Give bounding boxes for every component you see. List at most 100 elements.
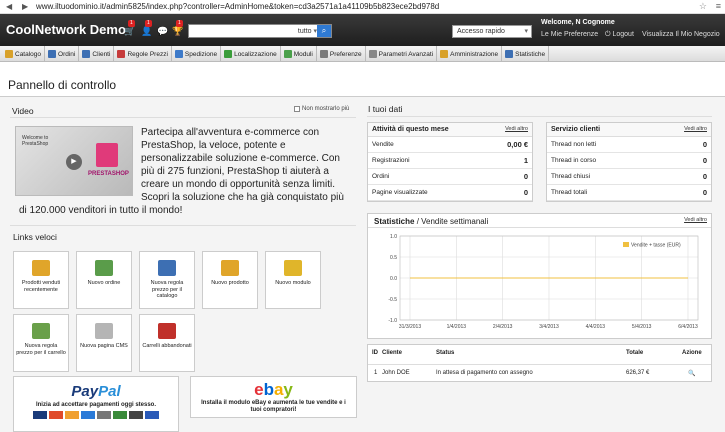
tab-icon: [505, 50, 514, 58]
quicklink-tile[interactable]: Prodotti venduti recentemente: [13, 251, 69, 309]
service-row: Thread totali 0: [547, 185, 711, 201]
view-order-icon[interactable]: 🔍: [688, 370, 695, 377]
customers-icon[interactable]: 👤 1: [141, 20, 153, 36]
tab-preferenze[interactable]: Preferenze: [317, 46, 366, 62]
tab-label: Amministrazione: [450, 50, 499, 58]
video-description-end: di 120.000 venditori in tutto il mondo!: [19, 205, 183, 216]
row-label: Thread totali: [551, 189, 588, 196]
quicklink-tile[interactable]: Nuovo prodotto: [202, 251, 258, 309]
tab-catalogo[interactable]: Catalogo: [2, 46, 46, 62]
row-label: Pagine visualizzate: [372, 189, 428, 196]
preferences-link[interactable]: Le Mie Preferenze: [541, 31, 598, 38]
tab-spedizione[interactable]: Spedizione: [172, 46, 222, 62]
tab-label: Spedizione: [184, 50, 218, 58]
x-tick-label: 6/4/2013: [678, 324, 698, 330]
activity-row: Ordini 0: [368, 169, 532, 185]
shop-brand[interactable]: CoolNetwork Demo: [6, 22, 126, 37]
service-row: Thread chiusi 0: [547, 169, 711, 185]
messages-icon[interactable]: 💬: [157, 26, 169, 36]
activity-box: Attività di questo mese Vedi altro Vendit…: [367, 122, 533, 202]
legend-swatch: [623, 242, 629, 247]
logout-link[interactable]: ⏻ Logout: [605, 31, 634, 39]
row-label: Registrazioni: [372, 157, 410, 164]
tab-label: Localizzazione: [234, 50, 277, 58]
tab-icon: [174, 50, 183, 58]
quicklink-label: Nuova regola prezzo per il catalogo: [150, 280, 184, 299]
cart-icon[interactable]: 🛒 1: [124, 20, 136, 36]
quicklink-label: Nuova pagina CMS: [80, 343, 128, 349]
bookmark-star-icon[interactable]: ☆: [699, 1, 707, 12]
tab-icon: [117, 50, 126, 58]
tab-ordini[interactable]: Ordini: [45, 46, 80, 62]
quicklink-tile[interactable]: Nuovo ordine: [76, 251, 132, 309]
tab-label: Preferenze: [329, 50, 362, 58]
quicklink-icon: [32, 260, 50, 276]
search-icon[interactable]: ⌕: [317, 25, 331, 37]
row-label: Vendite: [372, 141, 394, 148]
quicklink-tile[interactable]: Carrelli abbandonati: [139, 314, 195, 372]
payment-cards-icon: [14, 411, 178, 419]
stats-title: Statistiche: [374, 217, 415, 226]
service-row: Thread in corso 0: [547, 153, 711, 169]
quicklink-label: Nuovo modulo: [275, 280, 311, 286]
stats-more-link[interactable]: Vedi altro: [684, 217, 707, 223]
admin-header: CoolNetwork Demo 🛒1 👤1 💬 🏆1 tutto ⌕ Acce…: [0, 14, 725, 46]
tab-label: Regole Prezzi: [127, 50, 168, 58]
tab-localizzazione[interactable]: Localizzazione: [221, 46, 281, 62]
tab-amministrazione[interactable]: Amministrazione: [437, 46, 503, 62]
quick-access-select[interactable]: Accesso rapido: [452, 25, 532, 38]
quicklink-tile[interactable]: Nuovo modulo: [265, 251, 321, 309]
tab-label: Ordini: [58, 50, 76, 58]
chart-svg: 1.0 0.5 0.0 -0.5 -1.031/3/2013 1/4/2013 2/4/20…: [388, 234, 699, 330]
tab-clienti[interactable]: Clienti: [79, 46, 115, 62]
url-text[interactable]: www.iltuodominio.it/admin5825/index.php?…: [36, 2, 439, 11]
browser-menu-icon[interactable]: ≡: [716, 1, 721, 11]
row-value: 1: [523, 156, 528, 165]
tab-moduli[interactable]: Moduli: [281, 46, 317, 62]
browser-address-bar[interactable]: ◀ ▶ www.iltuodominio.it/admin5825/index.…: [0, 0, 725, 14]
tab-icon: [5, 50, 13, 58]
order-client: John DOE: [382, 370, 410, 376]
page-title: Pannello di controllo: [8, 78, 117, 92]
order-status: In attesa di pagamento con assegno: [436, 370, 533, 376]
quicklink-tile[interactable]: Nuova regola prezzo per il carrello: [13, 314, 69, 372]
paypal-banner[interactable]: PayPal Inizia ad accettare pagamenti ogg…: [13, 376, 179, 432]
row-value: 0: [702, 156, 707, 165]
activity-title: Attività di questo mese: [372, 126, 449, 133]
back-icon[interactable]: ◀: [6, 2, 16, 12]
prestashop-logo: PRESTASHOP: [88, 171, 129, 177]
quicklink-icon: [221, 260, 239, 276]
quicklink-icon: [32, 323, 50, 339]
play-icon[interactable]: ▶: [66, 154, 82, 170]
view-store-link[interactable]: Visualizza Il Mio Negozio: [642, 31, 720, 38]
main-menu: Catalogo Ordini Clienti Regole Prezzi Spediz…: [0, 46, 725, 62]
quicklink-label: Carrelli abbandonati: [142, 343, 192, 349]
search-input[interactable]: tutto ⌕: [188, 24, 332, 38]
x-tick-label: 2/4/2013: [493, 324, 513, 330]
y-tick-label: -0.5: [388, 297, 397, 303]
trophy-icon[interactable]: 🏆 1: [172, 20, 184, 36]
shopping-bag-icon: [96, 143, 118, 167]
tab-icon: [48, 50, 57, 58]
orders-table: ID Cliente Status Totale Azione 1 John D…: [367, 344, 712, 382]
search-scope-select[interactable]: tutto: [298, 27, 317, 35]
activity-more-link[interactable]: Vedi altro: [505, 126, 528, 132]
video-thumbnail[interactable]: Welcome to PrestaShop ▶ PRESTASHOP: [15, 126, 133, 196]
hide-video-checkbox[interactable]: Non mostrarlo più: [294, 106, 349, 112]
divider: [367, 116, 712, 117]
ebay-banner[interactable]: ebay Installa il modulo eBay e aumenta l…: [190, 376, 357, 418]
tab-statistiche[interactable]: Statistiche: [502, 46, 550, 62]
quicklink-tile[interactable]: Nuova pagina CMS: [76, 314, 132, 372]
quicklink-tile[interactable]: Nuova regola prezzo per il catalogo: [139, 251, 195, 309]
tab-label: Clienti: [92, 50, 111, 58]
forward-icon[interactable]: ▶: [22, 2, 32, 12]
paypal-text: Inizia ad accettare pagamenti oggi stess…: [35, 402, 157, 408]
quicklink-icon: [95, 323, 113, 339]
stats-subtitle: / Vendite settimanali: [414, 217, 489, 226]
tab-regole-prezzi[interactable]: Regole Prezzi: [114, 46, 172, 62]
checkbox-box[interactable]: [294, 106, 300, 112]
orders-badge: 1: [128, 20, 135, 27]
tab-parametri-avanzati[interactable]: Parametri Avanzati: [366, 46, 438, 62]
service-more-link[interactable]: Vedi altro: [684, 126, 707, 132]
y-tick-label: 0.0: [390, 276, 397, 282]
